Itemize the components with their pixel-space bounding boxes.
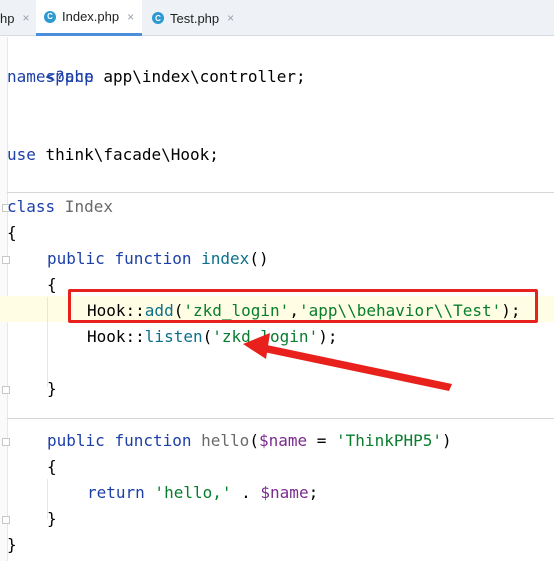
- close-icon[interactable]: ×: [22, 11, 29, 25]
- close-icon[interactable]: ×: [127, 10, 134, 24]
- editor-tab-bar: hp × C Index.php × C Test.php ×: [0, 0, 554, 36]
- tab-test-php[interactable]: C Test.php ×: [146, 0, 246, 36]
- close-icon[interactable]: ×: [227, 11, 234, 25]
- arrow-head: [243, 333, 270, 359]
- annotation-arrow: [243, 333, 452, 391]
- tab-label: Index.php: [62, 9, 120, 24]
- arrow-shaft: [259, 344, 452, 391]
- tab-label: hp: [0, 10, 15, 26]
- tab-index-php[interactable]: C Index.php ×: [36, 0, 142, 36]
- code-editor[interactable]: <?php namespace app\index\controller; us…: [0, 37, 554, 561]
- php-class-icon: C: [152, 12, 164, 24]
- php-class-icon: C: [44, 10, 56, 23]
- tab-partial[interactable]: hp ×: [0, 0, 34, 36]
- tab-label: Test.php: [170, 10, 220, 26]
